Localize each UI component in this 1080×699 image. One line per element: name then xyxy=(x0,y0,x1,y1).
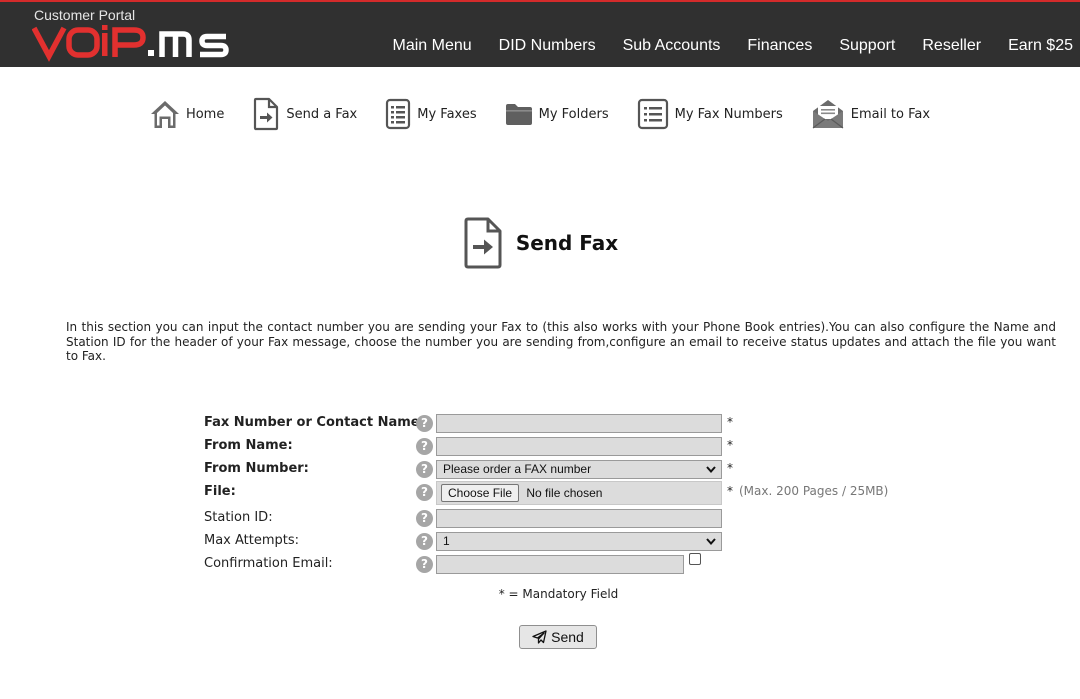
help-icon[interactable]: ? xyxy=(416,556,433,573)
nav-finances[interactable]: Finances xyxy=(747,37,812,55)
required-mark: * xyxy=(727,438,733,452)
iconbar-email-to-fax[interactable]: Email to Fax xyxy=(811,98,930,130)
iconbar-my-folders[interactable]: My Folders xyxy=(505,101,609,127)
file-size-hint: (Max. 200 Pages / 25MB) xyxy=(739,484,889,498)
help-icon[interactable]: ? xyxy=(416,461,433,478)
fax-number-label: Fax Number or Contact Name: xyxy=(204,415,425,430)
nav-sub-accounts[interactable]: Sub Accounts xyxy=(623,37,721,55)
iconbar-my-fax-numbers-label: My Fax Numbers xyxy=(674,106,783,122)
file-status: No file chosen xyxy=(526,486,603,500)
help-icon[interactable]: ? xyxy=(416,415,433,432)
list-icon xyxy=(386,98,411,130)
iconbar-my-folders-label: My Folders xyxy=(538,106,609,122)
iconbar-email-to-fax-label: Email to Fax xyxy=(850,106,931,122)
from-number-select[interactable]: Please order a FAX number xyxy=(436,460,722,479)
max-attempts-label: Max Attempts: xyxy=(204,533,300,548)
required-mark: * xyxy=(727,484,733,498)
nav-support[interactable]: Support xyxy=(839,37,895,55)
help-icon[interactable]: ? xyxy=(416,484,433,501)
file-row: File: ? Choose File No file chosen * (Max… xyxy=(204,481,904,507)
station-id-row: Station ID: ? xyxy=(204,507,904,530)
station-id-label: Station ID: xyxy=(204,510,273,525)
iconbar-my-faxes-label: My Faxes xyxy=(417,106,477,122)
file-input[interactable]: Choose File No file chosen xyxy=(436,481,722,505)
site-header: Customer Portal Main Menu DID Numbers Su… xyxy=(0,0,1080,67)
help-icon[interactable]: ? xyxy=(416,533,433,550)
max-attempts-row: Max Attempts: ? 1 xyxy=(204,530,904,553)
page-title-block: Send Fax xyxy=(0,216,1080,270)
mandatory-field-note: * = Mandatory Field xyxy=(498,587,619,601)
iconbar-my-faxes[interactable]: My Faxes xyxy=(385,98,477,130)
chevron-down-icon xyxy=(705,533,717,555)
chevron-down-icon xyxy=(705,461,717,483)
home-icon xyxy=(150,101,179,128)
send-button-label: Send xyxy=(551,629,584,645)
from-name-label: From Name: xyxy=(204,438,293,453)
page-description: In this section you can input the contac… xyxy=(66,320,1056,363)
help-icon[interactable]: ? xyxy=(416,510,433,527)
iconbar-home[interactable]: Home xyxy=(150,98,224,130)
send-button[interactable]: Send xyxy=(519,625,597,649)
confirmation-email-input[interactable] xyxy=(436,555,684,574)
iconbar-my-fax-numbers[interactable]: My Fax Numbers xyxy=(637,98,783,130)
from-number-selected: Please order a FAX number xyxy=(443,462,592,476)
iconbar-home-label: Home xyxy=(185,106,225,122)
portal-label: Customer Portal xyxy=(34,7,136,23)
confirmation-email-row: Confirmation Email: ? xyxy=(204,553,904,576)
confirmation-email-label: Confirmation Email: xyxy=(204,556,333,571)
from-number-row: From Number: ? Please order a FAX number… xyxy=(204,458,904,481)
fax-icon-bar: Home Send a Fax My Faxes My Folders My F… xyxy=(0,96,1080,132)
nav-did-numbers[interactable]: DID Numbers xyxy=(499,37,596,55)
iconbar-send-fax-label: Send a Fax xyxy=(286,106,358,122)
file-label: File: xyxy=(204,484,236,499)
nav-earn[interactable]: Earn $25 xyxy=(1008,37,1073,55)
iconbar-send-fax[interactable]: Send a Fax xyxy=(252,97,357,131)
list-icon xyxy=(637,98,668,130)
fax-number-input[interactable] xyxy=(436,414,722,433)
max-attempts-select[interactable]: 1 xyxy=(436,532,722,551)
nav-main-menu[interactable]: Main Menu xyxy=(393,37,472,55)
choose-file-button[interactable]: Choose File xyxy=(441,484,520,502)
voipms-logo[interactable] xyxy=(32,22,258,62)
required-mark: * xyxy=(727,415,733,429)
send-fax-icon xyxy=(254,97,279,131)
folder-icon xyxy=(505,104,532,125)
send-fax-icon xyxy=(464,217,502,269)
fax-number-row: Fax Number or Contact Name: ? * xyxy=(204,412,904,435)
send-fax-form: Fax Number or Contact Name: ? * From Nam… xyxy=(204,412,904,576)
confirmation-email-checkbox[interactable] xyxy=(689,553,701,565)
paper-plane-icon xyxy=(532,630,547,644)
envelope-icon xyxy=(812,100,844,129)
required-mark: * xyxy=(727,461,733,475)
from-name-row: From Name: ? * xyxy=(204,435,904,458)
top-navigation: Main Menu DID Numbers Sub Accounts Finan… xyxy=(366,37,1074,55)
nav-reseller[interactable]: Reseller xyxy=(922,37,981,55)
max-attempts-selected: 1 xyxy=(443,534,450,548)
from-number-label: From Number: xyxy=(204,461,309,476)
station-id-input[interactable] xyxy=(436,509,722,528)
page-title: Send Fax xyxy=(515,231,619,255)
from-name-input[interactable] xyxy=(436,437,722,456)
file-required-note: * (Max. 200 Pages / 25MB) xyxy=(727,484,888,498)
help-icon[interactable]: ? xyxy=(416,438,433,455)
